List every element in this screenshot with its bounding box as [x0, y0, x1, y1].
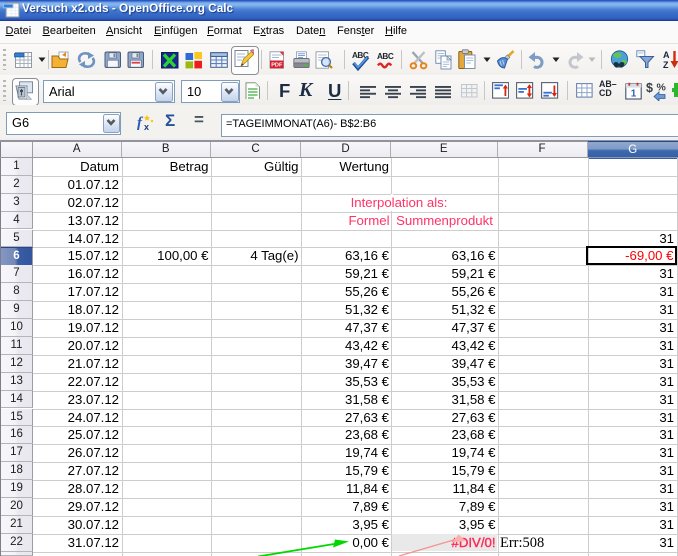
svg-text:$: $: [646, 81, 653, 95]
svg-text:A: A: [663, 50, 670, 60]
svg-text:ABC: ABC: [377, 52, 394, 61]
svg-text:f: f: [137, 115, 144, 131]
svg-text:Z: Z: [663, 60, 669, 70]
svg-text:PDF: PDF: [271, 63, 283, 69]
svg-text:%: %: [657, 82, 667, 94]
svg-text:x: x: [144, 122, 149, 132]
svg-text:1: 1: [630, 89, 636, 100]
